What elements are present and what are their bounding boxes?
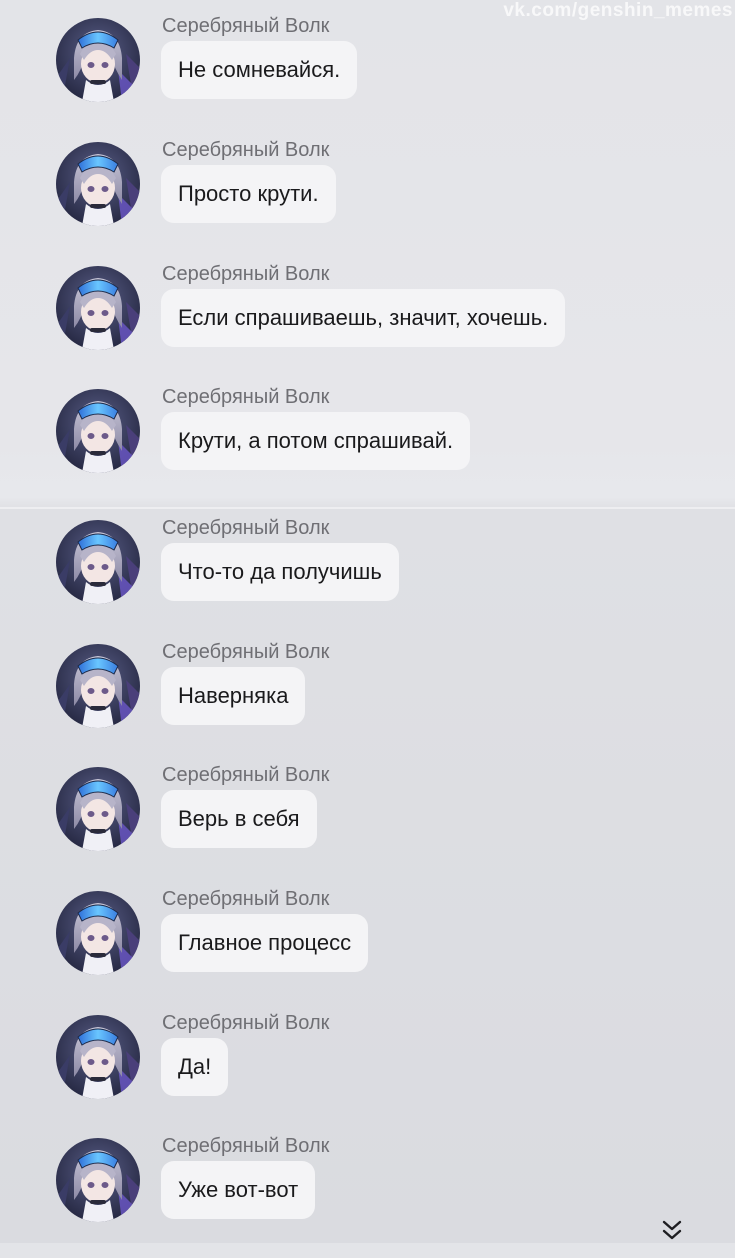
message-bubble[interactable]: Крути, а потом спрашивай. [161, 412, 471, 470]
sender-name[interactable]: Серебряный Волк [162, 263, 329, 286]
avatar[interactable] [56, 520, 140, 604]
avatar[interactable] [56, 1138, 140, 1222]
sender-name[interactable]: Серебряный Волк [162, 641, 329, 664]
message-bubble[interactable]: Главное процесс [161, 914, 369, 972]
sender-name[interactable]: Серебряный Волк [162, 139, 329, 162]
sender-name[interactable]: Серебряный Волк [162, 888, 329, 911]
avatar[interactable] [56, 142, 140, 226]
message-row: Серебряный Волк Не сомневайся. [0, 15, 735, 138]
message-bubble[interactable]: Что-то да получишь [161, 543, 399, 601]
message-bubble[interactable]: Верь в себя [161, 790, 317, 848]
sender-name[interactable]: Серебряный Волк [162, 15, 329, 38]
avatar[interactable] [56, 266, 140, 350]
message-bubble[interactable]: Не сомневайся. [161, 41, 358, 99]
sender-name[interactable]: Серебряный Волк [162, 517, 329, 540]
sender-name[interactable]: Серебряный Волк [162, 1135, 329, 1158]
message-bubble[interactable]: Просто крути. [161, 165, 336, 223]
avatar[interactable] [56, 18, 140, 102]
message-bubble[interactable]: Если спрашиваешь, значит, хочешь. [161, 289, 566, 347]
avatar[interactable] [56, 644, 140, 728]
message-bubble[interactable]: Уже вот-вот [161, 1161, 316, 1219]
message-bubble[interactable]: Наверняка [161, 667, 306, 725]
sender-name[interactable]: Серебряный Волк [162, 386, 329, 409]
sender-name[interactable]: Серебряный Волк [162, 764, 329, 787]
avatar[interactable] [56, 389, 140, 473]
double-chevron-down-icon[interactable] [659, 1219, 685, 1243]
message-row: Серебряный Волк Если спрашиваешь, значит,… [0, 263, 735, 386]
message-row: Серебряный Волк Главное процесс [0, 888, 735, 1011]
message-row: Серебряный Волк Наверняка [0, 641, 735, 764]
avatar[interactable] [56, 891, 140, 975]
message-row: Серебряный Волк Крути, а потом спрашивай. [0, 386, 735, 509]
message-row: Серебряный Волк Уже вот-вот [0, 1135, 735, 1258]
message-row: Серебряный Волк Просто крути. [0, 139, 735, 262]
message-row: Серебряный Волк Верь в себя [0, 764, 735, 887]
avatar[interactable] [56, 767, 140, 851]
message-bubble[interactable]: Да! [161, 1038, 229, 1096]
avatar[interactable] [56, 1015, 140, 1099]
message-row: Серебряный Волк Да! [0, 1012, 735, 1135]
message-row: Серебряный Волк Что-то да получишь [0, 517, 735, 640]
sender-name[interactable]: Серебряный Волк [162, 1012, 329, 1035]
